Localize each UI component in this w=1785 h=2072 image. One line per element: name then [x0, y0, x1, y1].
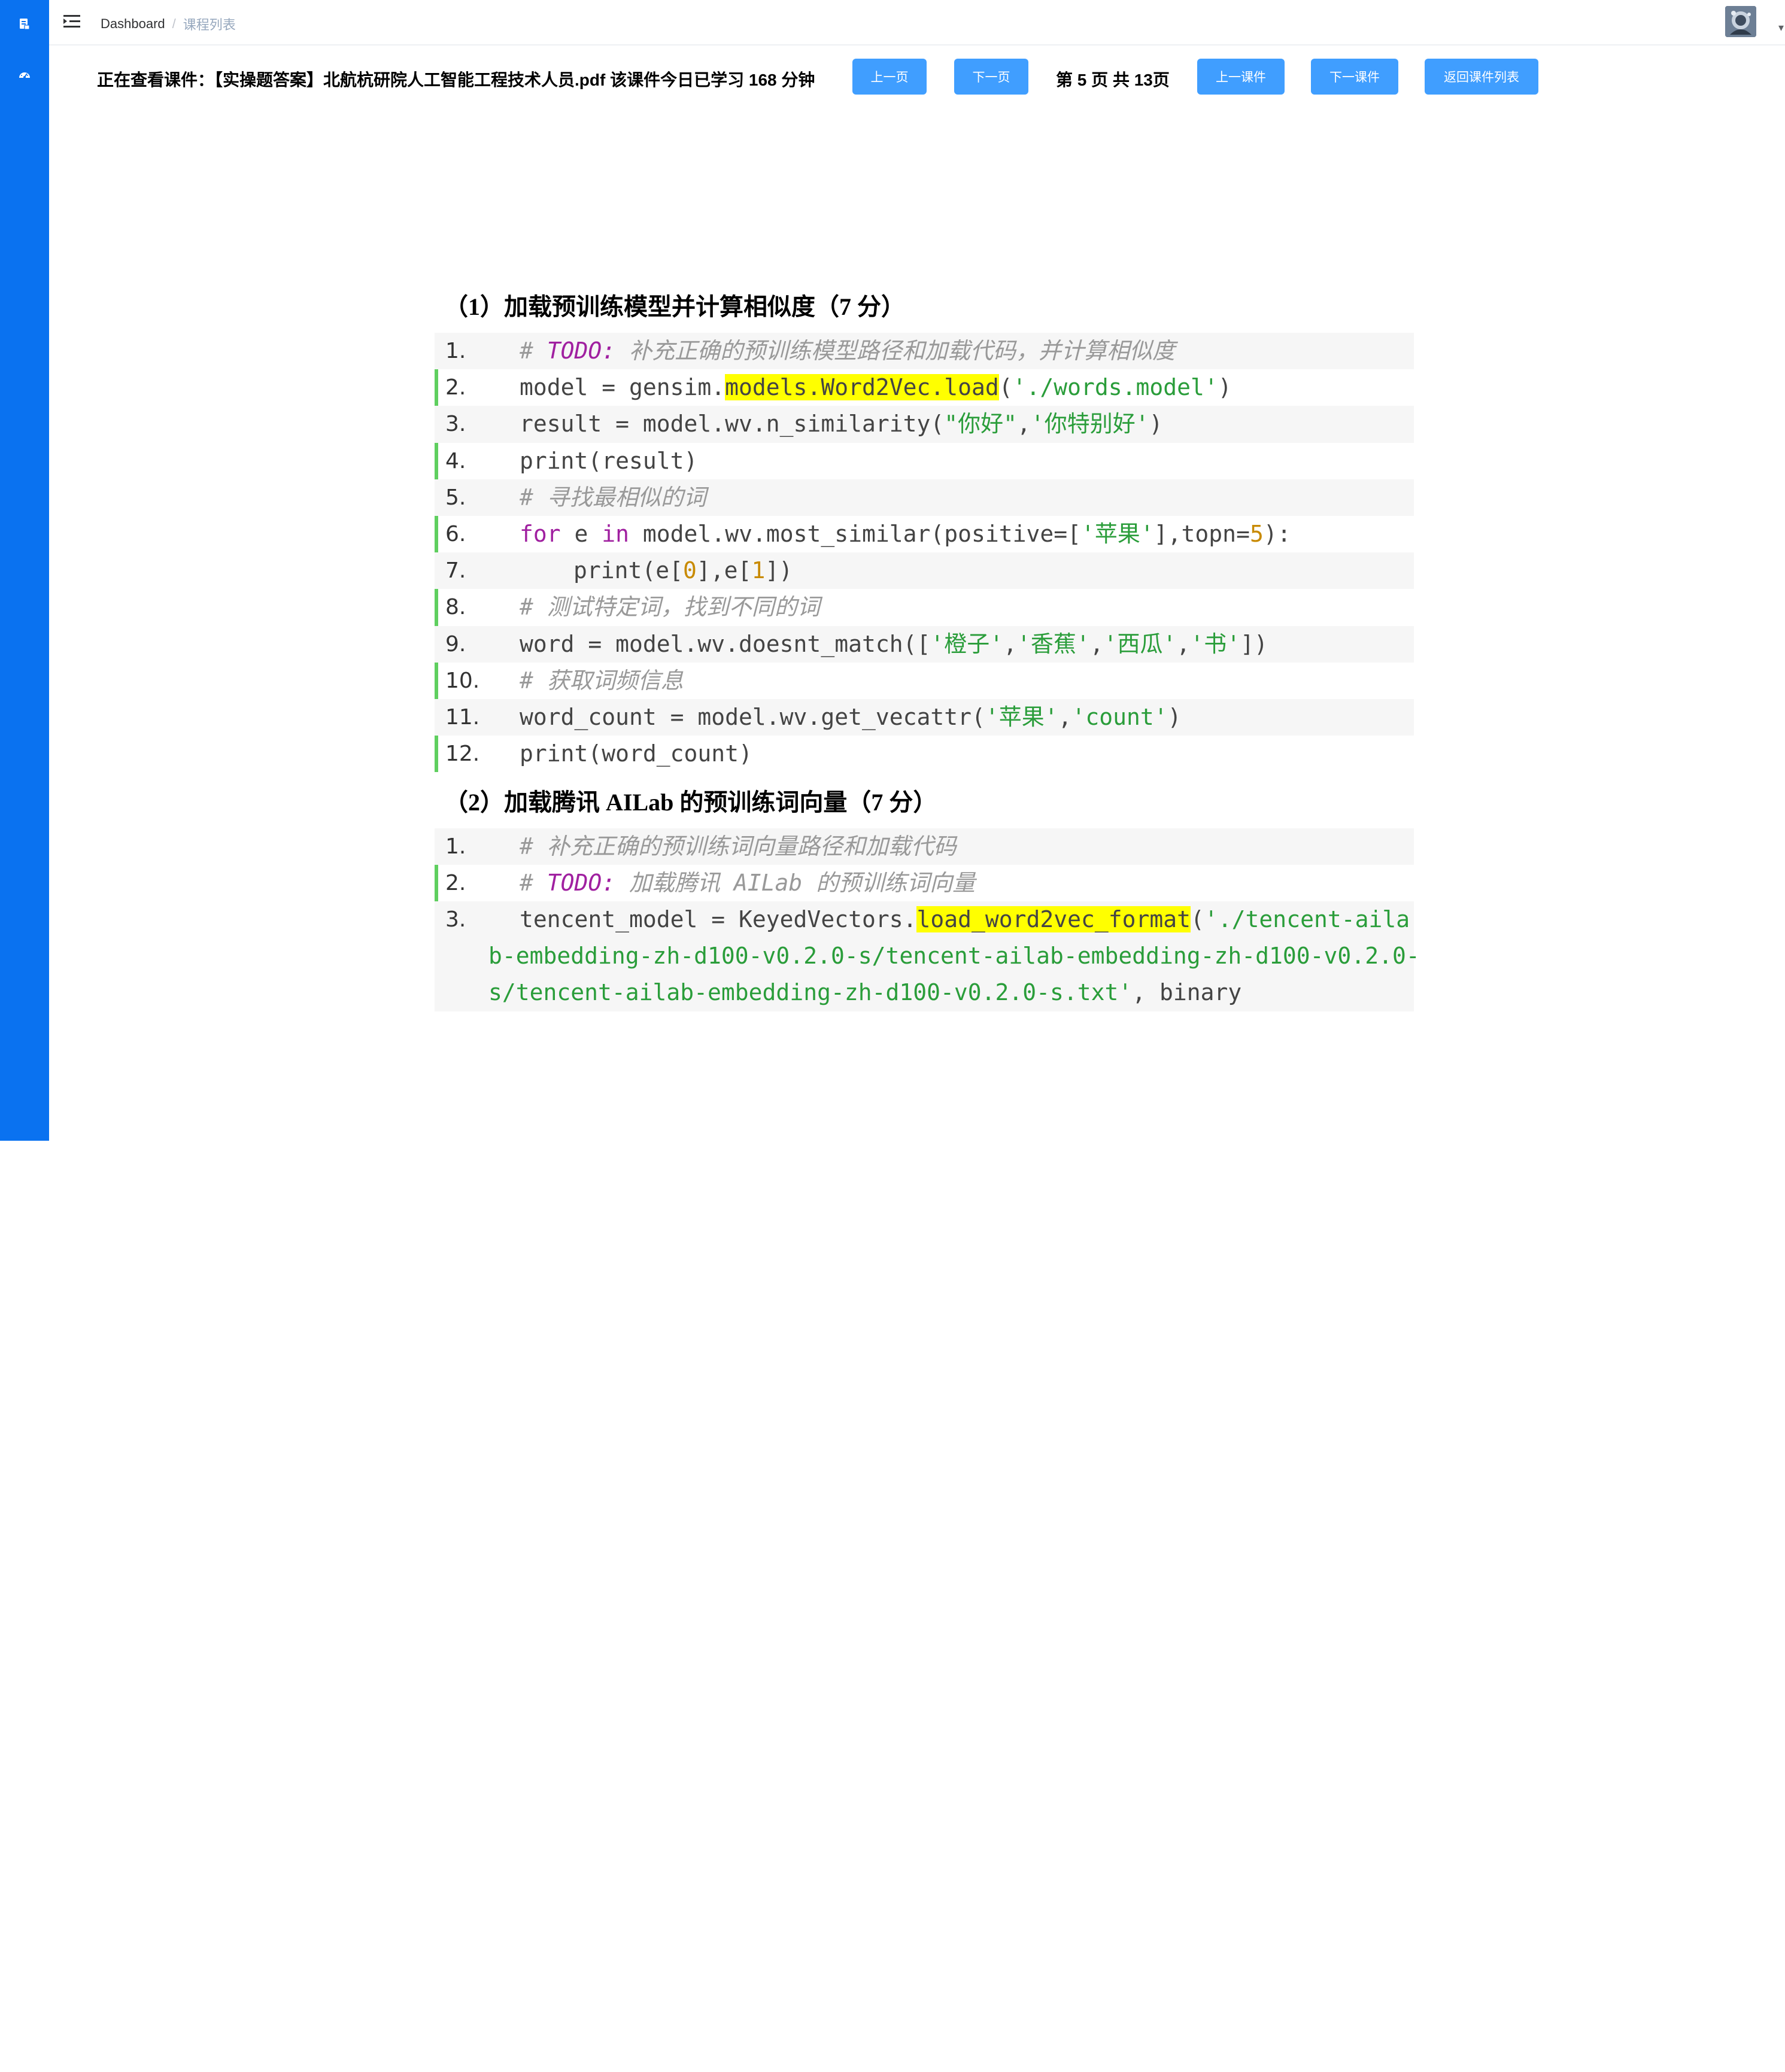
next-page-button[interactable]: 下一页 [954, 59, 1028, 95]
code-line: 1. # 补充正确的预训练词向量路径和加载代码 [435, 828, 1414, 865]
question-2-title: （2）加载腾讯 AILab 的预训练词向量（7 分） [444, 789, 937, 816]
code-line: 6. for e in model.wv.most_similar(positi… [435, 516, 1414, 552]
top-navbar: Dashboard / 课程列表 ▾ [49, 0, 1785, 45]
line-number: 7. [445, 558, 466, 584]
code-line: 5. # 寻找最相似的词 [435, 479, 1414, 516]
dashboard-icon[interactable] [16, 67, 33, 84]
code-line: 3. result = model.wv.n_similarity("你好",'… [435, 406, 1414, 443]
page-indicator: 第 5 页 共 13页 [1056, 71, 1170, 89]
back-to-list-button[interactable]: 返回课件列表 [1425, 59, 1538, 95]
line-number: 5. [445, 485, 466, 510]
breadcrumb-current: 课程列表 [183, 17, 236, 32]
code-line: 3. tencent_model = KeyedVectors.load_wor… [435, 901, 1420, 1012]
line-number: 2. [445, 375, 466, 400]
code-line: 2. model = gensim.models.Word2Vec.load('… [435, 369, 1414, 406]
viewing-status: 正在查看课件：【实操题答案】北航杭研院人工智能工程技术人员.pdf 该课件今日已… [97, 71, 815, 89]
line-number: 4. [445, 448, 466, 473]
line-number: 10. [445, 668, 480, 693]
line-number: 8. [445, 595, 466, 620]
line-number: 1. [445, 834, 466, 859]
sidebar [0, 0, 49, 1141]
line-number: 6. [445, 521, 466, 546]
line-number: 12. [445, 742, 480, 767]
code-block-1: 1. # TODO: 补充正确的预训练模型路径和加载代码，并计算相似度 2. m… [435, 333, 1414, 772]
code-line: 7. print(e[0],e[1]) [435, 552, 1414, 590]
code-line: 12. print(word_count) [435, 736, 1414, 772]
code-line: 10. # 获取词频信息 [435, 663, 1414, 699]
question-1-title: （1）加载预训练模型并计算相似度（7 分） [444, 293, 905, 320]
line-number: 3. [445, 907, 466, 932]
breadcrumb-separator: / [172, 16, 176, 31]
caret-down-icon[interactable]: ▾ [1778, 22, 1784, 34]
code-line: 2. # TODO: 加载腾讯 AILab 的预训练词向量 [435, 865, 1414, 901]
courseware-toolbar: 正在查看课件：【实操题答案】北航杭研院人工智能工程技术人员.pdf 该课件今日已… [97, 57, 1761, 96]
breadcrumb-home[interactable]: Dashboard [101, 16, 165, 32]
line-number: 9. [445, 631, 466, 657]
hamburger-menu-icon[interactable] [63, 13, 81, 30]
code-block-2: 1. # 补充正确的预训练词向量路径和加载代码 2. # TODO: 加载腾讯 … [435, 828, 1420, 1012]
breadcrumb: Dashboard / 课程列表 [101, 14, 236, 34]
code-line: 8. # 测试特定词，找到不同的词 [435, 589, 1414, 625]
avatar[interactable] [1725, 6, 1756, 37]
code-line: 9. word = model.wv.doesnt_match(['橙子','香… [435, 625, 1414, 663]
code-line: 1. # TODO: 补充正确的预训练模型路径和加载代码，并计算相似度 [435, 333, 1414, 370]
document-icon[interactable] [16, 16, 33, 32]
line-number: 2. [445, 871, 466, 896]
code-line: 4. print(result) [435, 443, 1414, 479]
prev-courseware-button[interactable]: 上一课件 [1197, 59, 1285, 95]
code-line: 11. word_count = model.wv.get_vecattr('苹… [435, 698, 1414, 736]
line-number: 11. [445, 704, 480, 730]
next-courseware-button[interactable]: 下一课件 [1311, 59, 1398, 95]
prev-page-button[interactable]: 上一页 [852, 59, 927, 95]
line-number: 3. [445, 412, 466, 437]
line-number: 1. [445, 339, 466, 363]
